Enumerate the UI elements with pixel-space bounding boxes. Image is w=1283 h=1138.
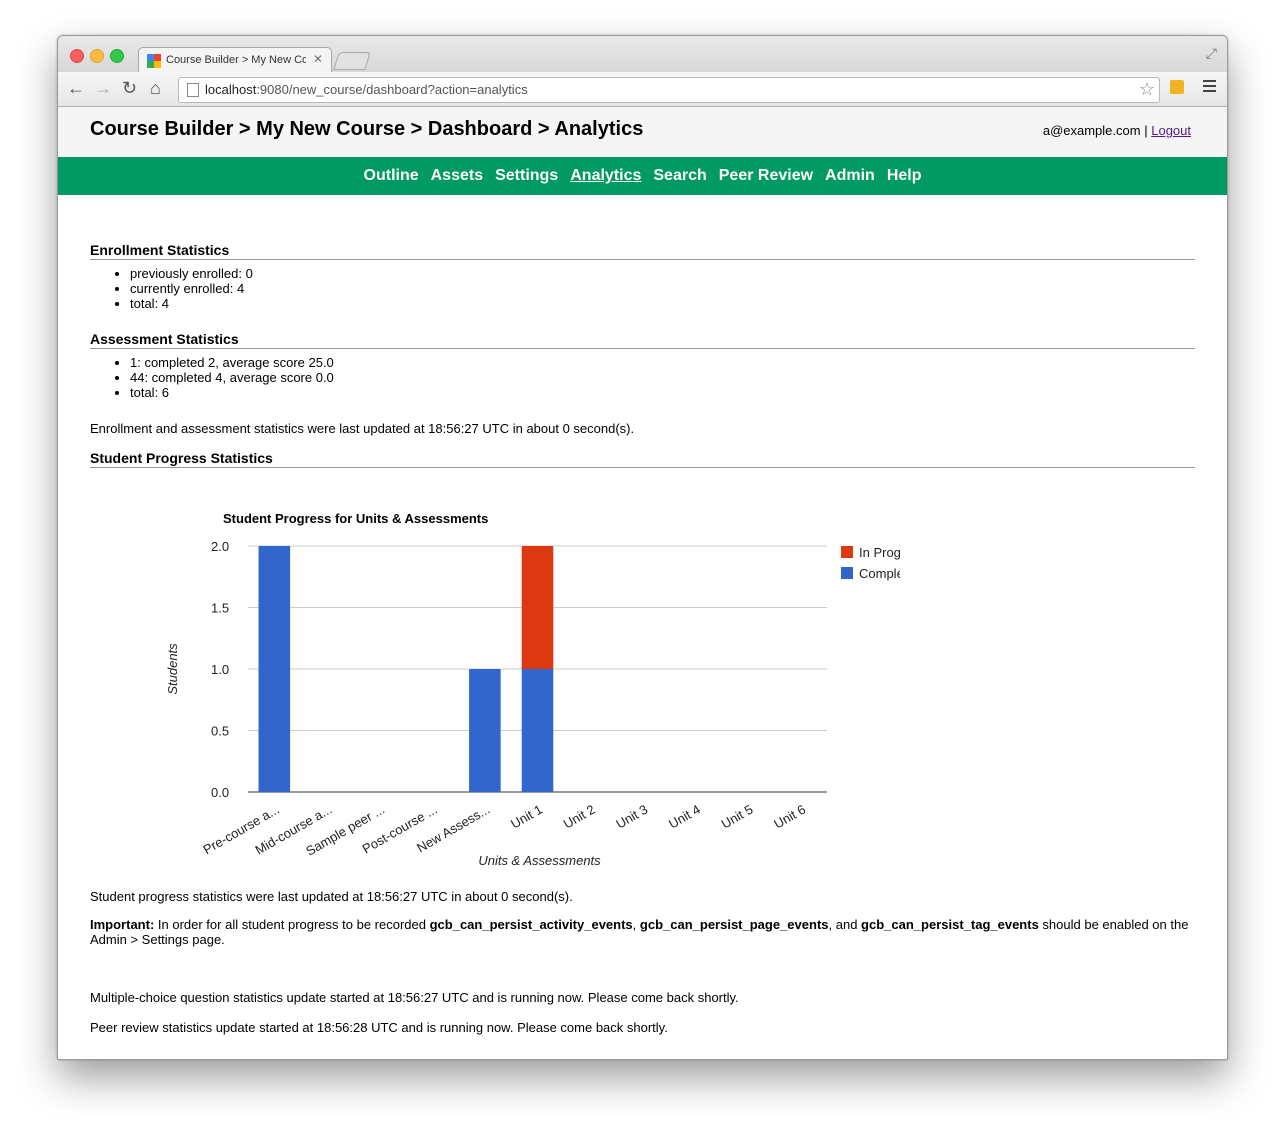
nav-admin[interactable]: Admin bbox=[825, 157, 875, 195]
nav-outline[interactable]: Outline bbox=[364, 157, 419, 195]
x-tick-label: Unit 5 bbox=[719, 802, 756, 832]
progress-heading: Student Progress Statistics bbox=[90, 450, 1195, 468]
assessment-list: 1: completed 2, average score 25.0 44: c… bbox=[90, 355, 1195, 400]
assessment-heading: Assessment Statistics bbox=[90, 331, 1195, 349]
tab-strip: Course Builder > My New Course ✕ ⤢ bbox=[58, 36, 1227, 74]
list-item: total: 4 bbox=[130, 296, 1195, 311]
nav-search[interactable]: Search bbox=[653, 157, 706, 195]
y-tick-label: 1.0 bbox=[211, 662, 229, 677]
logout-link[interactable]: Logout bbox=[1151, 123, 1191, 138]
list-item: 44: completed 4, average score 0.0 bbox=[130, 370, 1195, 385]
nav-analytics[interactable]: Analytics bbox=[570, 157, 641, 195]
browser-tab[interactable]: Course Builder > My New Course ✕ bbox=[138, 47, 332, 74]
x-axis-label: Units & Assessments bbox=[478, 853, 601, 868]
enrollment-list: previously enrolled: 0 currently enrolle… bbox=[90, 266, 1195, 311]
progress-updated-text: Student progress statistics were last up… bbox=[90, 889, 573, 904]
x-tick-label: Unit 4 bbox=[666, 802, 703, 832]
mcq-status-text: Multiple-choice question statistics upda… bbox=[90, 990, 739, 1005]
bar-completed bbox=[469, 669, 501, 792]
list-item: total: 6 bbox=[130, 385, 1195, 400]
bar-completed bbox=[258, 546, 291, 792]
new-tab-button[interactable] bbox=[333, 52, 371, 70]
list-item: previously enrolled: 0 bbox=[130, 266, 1195, 281]
user-box: a@example.com | Logout bbox=[1043, 123, 1191, 138]
forward-arrow-icon[interactable]: → bbox=[94, 78, 112, 98]
browser-toolbar: ← → ↻ ⌂ localhost:9080/new_course/dashbo… bbox=[58, 72, 1227, 107]
x-tick-label: Unit 6 bbox=[771, 802, 808, 832]
list-item: 1: completed 2, average score 25.0 bbox=[130, 355, 1195, 370]
bar-in-progress bbox=[521, 546, 554, 669]
nav-settings[interactable]: Settings bbox=[495, 157, 558, 195]
user-email: a@example.com bbox=[1042, 123, 1141, 138]
page-header: Course Builder > My New Course > Dashboa… bbox=[58, 107, 1227, 157]
x-tick-label: Unit 2 bbox=[561, 802, 598, 832]
maximize-window-button[interactable] bbox=[110, 49, 124, 63]
separator: | bbox=[1144, 123, 1148, 138]
back-arrow-icon[interactable]: ← bbox=[67, 78, 85, 98]
reload-icon[interactable]: ↻ bbox=[122, 78, 137, 98]
menu-icon[interactable] bbox=[1203, 80, 1216, 95]
x-tick-label: Unit 1 bbox=[508, 802, 545, 832]
legend-label: Completed bbox=[859, 566, 900, 581]
chart-title: Student Progress for Units & Assessments bbox=[223, 511, 488, 526]
bookmark-star-icon[interactable]: ☆ bbox=[1139, 79, 1155, 100]
page-title: Course Builder > My New Course > Dashboa… bbox=[90, 118, 644, 140]
y-tick-label: 2.0 bbox=[211, 539, 229, 554]
y-axis-label: Students bbox=[165, 643, 180, 695]
nav-peer-review[interactable]: Peer Review bbox=[719, 157, 813, 195]
address-bar[interactable]: localhost:9080/new_course/dashboard?acti… bbox=[178, 77, 1160, 103]
close-window-button[interactable] bbox=[70, 49, 84, 63]
fullscreen-icon[interactable]: ⤢ bbox=[1206, 45, 1217, 62]
list-item: currently enrolled: 4 bbox=[130, 281, 1195, 296]
assessment-updated-text: Enrollment and assessment statistics wer… bbox=[90, 421, 635, 436]
peer-status-text: Peer review statistics update started at… bbox=[90, 1020, 668, 1035]
main-nav: Outline Assets Settings Analytics Search Peer… bbox=[58, 157, 1227, 195]
course-builder-favicon-icon bbox=[147, 54, 161, 68]
legend-label: In Progress bbox=[859, 545, 900, 560]
x-tick-label: Unit 3 bbox=[613, 802, 650, 832]
minimize-window-button[interactable] bbox=[90, 49, 104, 63]
legend-swatch bbox=[841, 567, 853, 579]
url-text: localhost:9080/new_course/dashboard?acti… bbox=[205, 82, 528, 97]
y-tick-label: 0.5 bbox=[211, 724, 229, 739]
chart-svg: Student Progress for Units & Assessments… bbox=[165, 511, 926, 868]
home-icon[interactable]: ⌂ bbox=[150, 78, 161, 98]
enrollment-heading: Enrollment Statistics bbox=[90, 242, 1195, 260]
extension-icon[interactable] bbox=[1170, 80, 1184, 94]
legend-swatch bbox=[841, 546, 853, 558]
nav-assets[interactable]: Assets bbox=[431, 157, 483, 195]
bar-completed bbox=[521, 669, 554, 792]
y-tick-label: 1.5 bbox=[211, 601, 229, 616]
y-tick-label: 0.0 bbox=[211, 785, 229, 800]
important-note: Important: In order for all student prog… bbox=[90, 917, 1189, 947]
nav-help[interactable]: Help bbox=[887, 157, 922, 195]
student-progress-chart: Student Progress for Units & Assessments… bbox=[160, 502, 926, 887]
browser-window: Course Builder > My New Course ✕ ⤢ ← → ↻… bbox=[57, 35, 1228, 1060]
page-icon bbox=[187, 83, 199, 97]
tab-title: Course Builder > My New Course bbox=[166, 54, 306, 66]
tab-close-icon[interactable]: ✕ bbox=[313, 52, 323, 66]
